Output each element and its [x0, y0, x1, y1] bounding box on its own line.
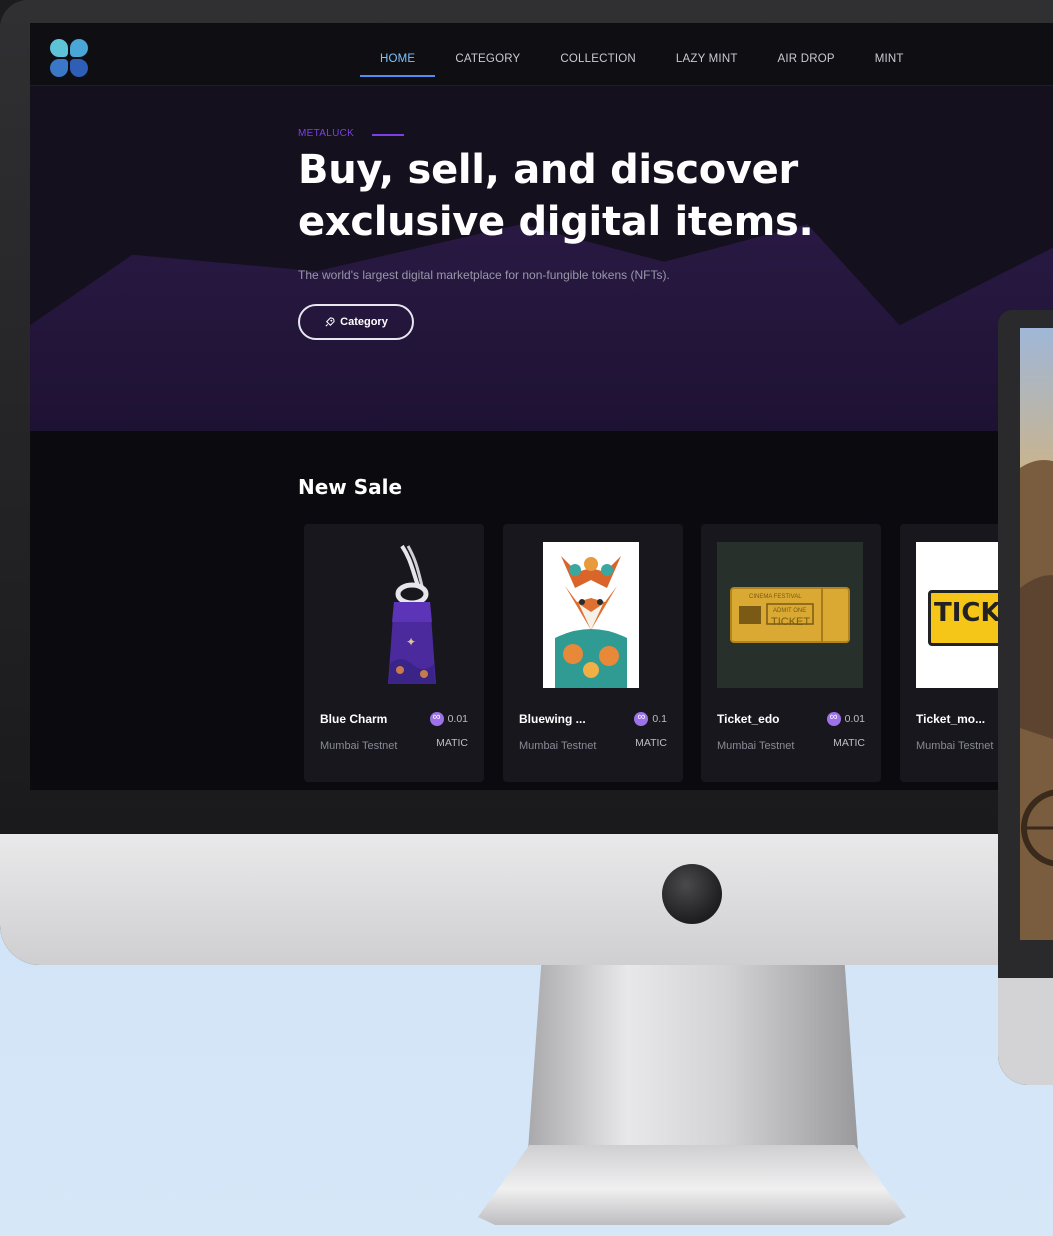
matic-icon: [429, 711, 444, 726]
hero-eyebrow: METALUCK: [298, 128, 355, 139]
nft-card[interactable]: Bluewing ... 0.1 Mumbai Testnet MATIC: [503, 524, 683, 782]
nav-collection[interactable]: COLLECTION: [540, 43, 656, 77]
category-button[interactable]: Category: [298, 304, 414, 340]
nft-currency: MATIC: [436, 737, 468, 749]
nft-network: Mumbai Testnet: [519, 740, 597, 752]
svg-text:✦: ✦: [406, 635, 416, 649]
nft-name: Bluewing ...: [519, 712, 586, 726]
screen: HOME CATEGORY COLLECTION LAZY MINT AIR D…: [30, 23, 1053, 790]
nft-name: Blue Charm: [320, 712, 388, 726]
nav-category[interactable]: CATEGORY: [435, 43, 540, 77]
ticket-line-2: TICKET: [771, 616, 811, 628]
nft-image-ticket-edo: CINEMA FESTIVAL ADMIT ONE TICKET: [717, 542, 863, 688]
nft-name: Ticket_edo: [717, 712, 780, 726]
category-button-label: Category: [340, 316, 388, 328]
nft-network: Mumbai Testnet: [717, 740, 795, 752]
nav-links: HOME CATEGORY COLLECTION LAZY MINT AIR D…: [360, 43, 924, 77]
nft-network: Mumbai Testnet: [320, 740, 398, 752]
matic-icon: [826, 711, 841, 726]
nft-network: Mumbai Testnet: [916, 740, 994, 752]
monitor-stand-neck: [528, 965, 858, 1150]
hero-section: METALUCK Buy, sell, and discover exclusi…: [30, 86, 1053, 431]
monitor-chin: [0, 834, 1053, 965]
eyebrow-line: [372, 134, 404, 136]
matic-icon: [634, 711, 649, 726]
nft-image-blue-charm: ✦: [320, 542, 466, 688]
ticket-banner-text: CINEMA FESTIVAL: [749, 594, 802, 600]
monitor-stand-base: [478, 1145, 906, 1225]
site-logo[interactable]: [50, 39, 90, 79]
nft-name: Ticket_mo...: [916, 712, 986, 726]
top-navbar: HOME CATEGORY COLLECTION LAZY MINT AIR D…: [30, 23, 1053, 86]
nft-price: 0.01: [429, 711, 468, 726]
secondary-device-chin: [998, 978, 1053, 1085]
nft-currency: MATIC: [635, 737, 667, 749]
secondary-device: [998, 310, 1053, 1085]
rocket-icon: [325, 316, 335, 327]
nft-price: 0.1: [634, 711, 667, 726]
new-sale-title: New Sale: [298, 475, 403, 499]
ticket-line-1: ADMIT ONE: [773, 608, 807, 614]
ticket-yellow-text: TICK: [934, 598, 1001, 628]
hero-title: Buy, sell, and discover exclusive digita…: [298, 147, 814, 245]
hero-subtitle: The world's largest digital marketplace …: [298, 268, 670, 282]
nft-card[interactable]: CINEMA FESTIVAL ADMIT ONE TICKET Ticket_…: [701, 524, 881, 782]
nft-currency: MATIC: [833, 737, 865, 749]
nav-lazy-mint[interactable]: LAZY MINT: [656, 43, 758, 77]
nav-mint[interactable]: MINT: [855, 43, 924, 77]
nft-image-fox: [535, 542, 647, 688]
new-sale-cards: ✦ Blue Charm 0.01 Mumbai Testnet MATIC: [304, 524, 1053, 784]
monitor-logo-dot: [662, 864, 722, 924]
nav-air-drop[interactable]: AIR DROP: [758, 43, 855, 77]
nft-card[interactable]: ✦ Blue Charm 0.01 Mumbai Testnet MATIC: [304, 524, 484, 782]
nav-home[interactable]: HOME: [360, 43, 436, 77]
secondary-device-screen: [1020, 328, 1053, 940]
nft-price: 0.01: [826, 711, 865, 726]
